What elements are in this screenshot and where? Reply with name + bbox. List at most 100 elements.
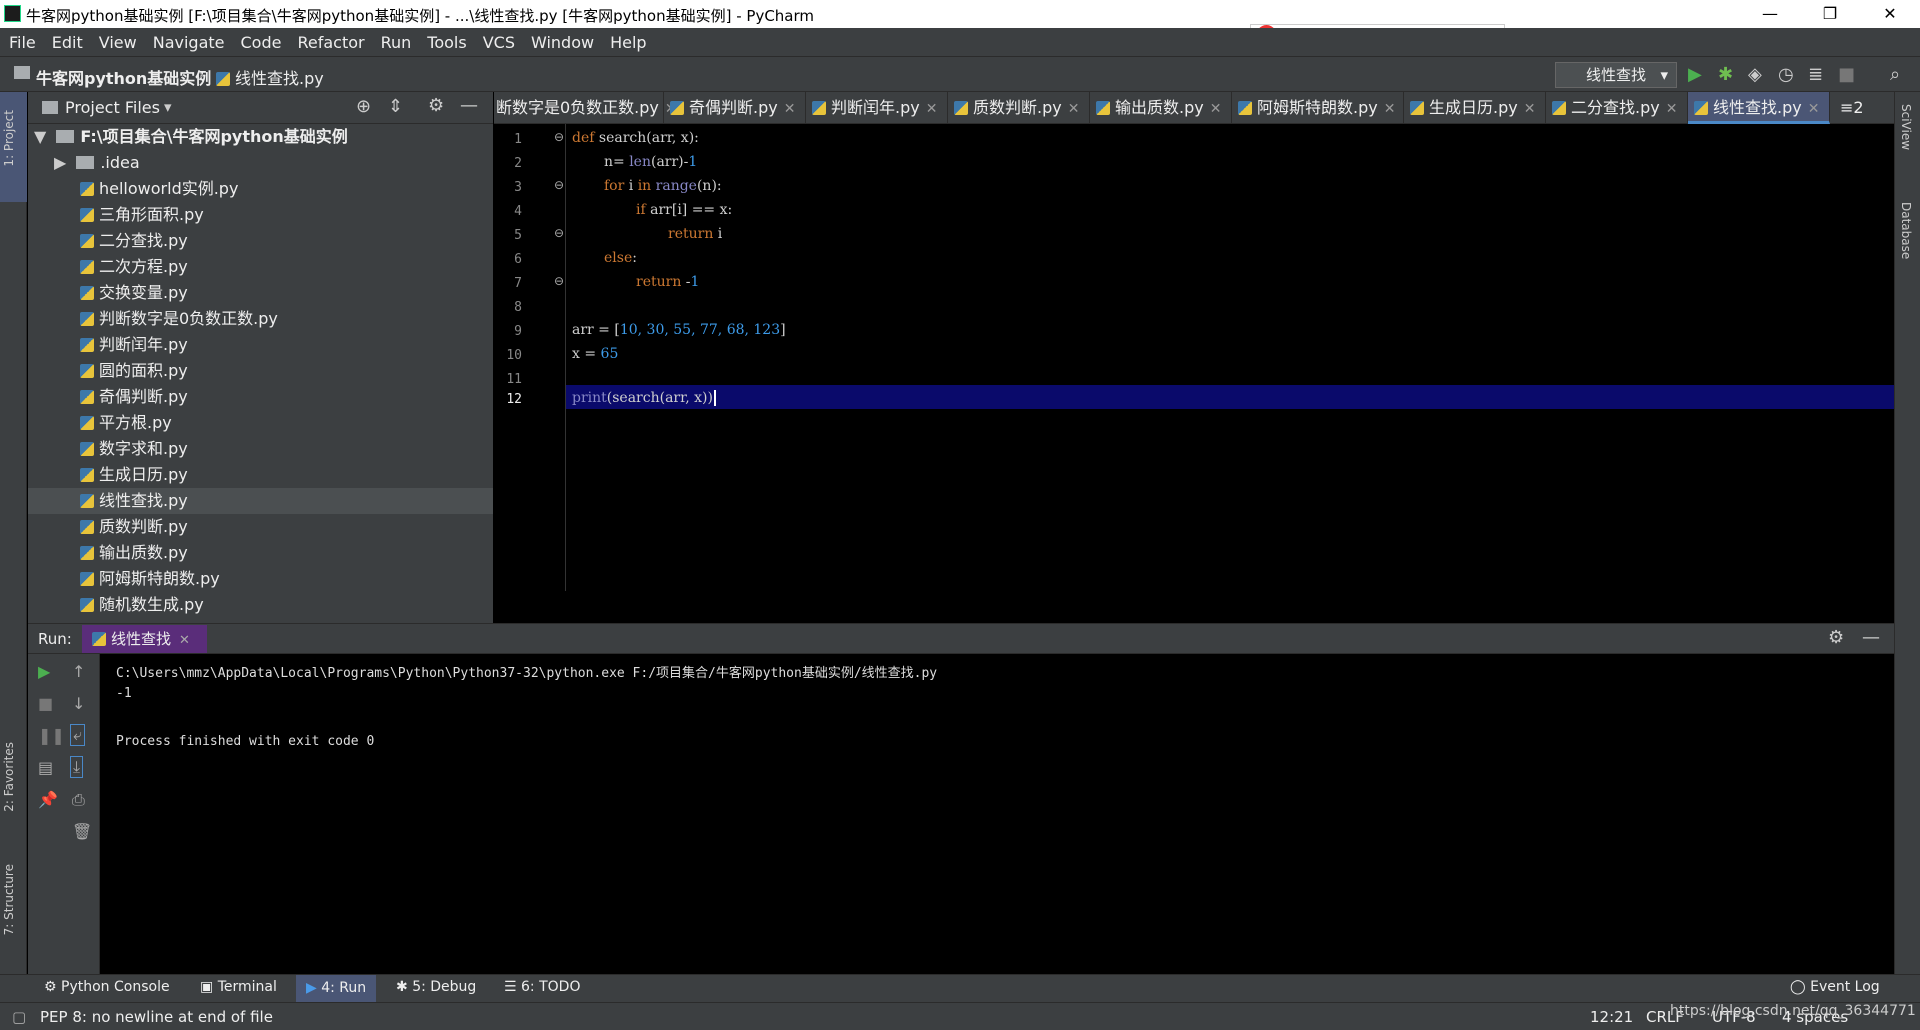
database-tool-tab[interactable]: Database <box>1899 202 1913 259</box>
chevron-down-icon[interactable]: ▾ <box>164 98 172 116</box>
tree-root[interactable]: ▼ F:\项目集合\牛客网python基础实例 <box>28 124 493 150</box>
rerun-icon[interactable]: ▶ <box>38 662 50 681</box>
tree-file[interactable]: 平方根.py <box>28 410 493 436</box>
tree-file[interactable]: 数字求和.py <box>28 436 493 462</box>
todo-tab[interactable]: ☰ 6: TODO <box>504 979 580 995</box>
fold-marker-icon[interactable]: ⊖ <box>554 274 564 288</box>
editor-tab[interactable]: 断数字是0负数正数.py✕ <box>494 92 677 124</box>
close-tab-icon[interactable]: ✕ <box>1808 101 1820 117</box>
tree-file[interactable]: 三角形面积.py <box>28 202 493 228</box>
concurrency-icon[interactable]: ≣ <box>1808 64 1823 85</box>
close-tab-icon[interactable]: ✕ <box>1384 101 1396 117</box>
menu-view[interactable]: View <box>99 33 137 52</box>
code-editor[interactable] <box>494 124 1894 591</box>
close-tab-icon[interactable]: ✕ <box>1524 101 1536 117</box>
breadcrumb-file[interactable]: 线性查找.py <box>216 65 324 89</box>
tree-file[interactable]: 奇偶判断.py <box>28 384 493 410</box>
menu-code[interactable]: Code <box>241 33 282 52</box>
menu-help[interactable]: Help <box>610 33 646 52</box>
editor-tab[interactable]: 二分查找.py ✕ <box>1546 92 1688 124</box>
stop-icon[interactable]: ■ <box>38 694 53 713</box>
close-tab-icon[interactable]: ✕ <box>179 633 190 648</box>
layout-icon[interactable]: ▤ <box>38 758 53 777</box>
run-tab[interactable]: 线性查找 ✕ <box>82 625 207 653</box>
tree-file[interactable]: 输出质数.py <box>28 540 493 566</box>
project-view-select[interactable]: Project Files <box>65 98 160 117</box>
hide-panel-icon[interactable]: — <box>460 95 478 116</box>
tree-file[interactable]: 随机数生成.py <box>28 592 493 618</box>
run-bottom-tab[interactable]: ▶ 4: Run <box>296 975 377 1003</box>
sciview-tool-tab[interactable]: SciView <box>1899 104 1913 150</box>
tree-file[interactable]: 判断数字是0负数正数.py <box>28 306 493 332</box>
fold-marker-icon[interactable]: ⊖ <box>554 226 564 240</box>
hide-panel-icon[interactable]: — <box>1862 627 1880 648</box>
editor-tab[interactable]: 输出质数.py ✕ <box>1090 92 1232 124</box>
tree-file[interactable]: helloworld实例.py <box>28 176 493 202</box>
scroll-to-end-icon[interactable]: ⤓ <box>70 756 84 778</box>
menu-window[interactable]: Window <box>531 33 594 52</box>
locate-icon[interactable]: ⊕ <box>356 96 371 117</box>
project-tool-tab[interactable]: 1: Project <box>2 110 16 167</box>
close-tab-icon[interactable]: ✕ <box>1666 101 1678 117</box>
run-icon[interactable]: ▶ <box>1688 64 1702 85</box>
more-tabs-button[interactable]: ≡2 <box>1834 92 1884 124</box>
collapse-arrow-icon[interactable]: ▶ <box>54 153 66 172</box>
editor-tab-active[interactable]: 线性查找.py ✕ <box>1688 92 1830 124</box>
editor-tab[interactable]: 质数判断.py ✕ <box>948 92 1090 124</box>
profile-icon[interactable]: ◷ <box>1778 64 1794 85</box>
menu-tools[interactable]: Tools <box>427 33 466 52</box>
tree-file[interactable]: 质数判断.py <box>28 514 493 540</box>
fold-marker-icon[interactable]: ⊖ <box>554 130 564 144</box>
python-console-tab[interactable]: ⚙ Python Console <box>44 979 170 995</box>
pin-icon[interactable]: 📌 <box>38 790 58 809</box>
editor-tab[interactable]: 阿姆斯特朗数.py ✕ <box>1232 92 1404 124</box>
gear-icon[interactable]: ⚙ <box>1828 627 1844 648</box>
tree-file[interactable]: 二分查找.py <box>28 228 493 254</box>
favorites-tool-tab[interactable]: 2: Favorites <box>2 742 16 812</box>
structure-tool-tab[interactable]: 7: Structure <box>2 864 16 935</box>
tree-file[interactable]: 生成日历.py <box>28 462 493 488</box>
editor-tab[interactable]: 奇偶判断.py ✕ <box>664 92 806 124</box>
menu-edit[interactable]: Edit <box>52 33 83 52</box>
close-tab-icon[interactable]: ✕ <box>1210 101 1222 117</box>
fold-marker-icon[interactable]: ⊖ <box>554 178 564 192</box>
close-tab-icon[interactable]: ✕ <box>1068 101 1080 117</box>
close-button[interactable]: ✕ <box>1865 0 1915 28</box>
down-arrow-icon[interactable]: ↓ <box>72 694 85 713</box>
tree-file[interactable]: 圆的面积.py <box>28 358 493 384</box>
run-console[interactable]: C:\Users\mmz\AppData\Local\Programs\Pyth… <box>100 654 1894 974</box>
menu-navigate[interactable]: Navigate <box>153 33 225 52</box>
editor-tab[interactable]: 判断闰年.py ✕ <box>806 92 948 124</box>
search-icon[interactable]: ⌕ <box>1890 64 1900 85</box>
soft-wrap-icon[interactable]: ⤶ <box>70 724 85 746</box>
terminal-tab[interactable]: ▣ Terminal <box>200 979 277 995</box>
debug-icon[interactable]: ✱ <box>1718 64 1733 85</box>
stop-icon[interactable]: ■ <box>1838 64 1855 85</box>
cursor-position[interactable]: 12:21 <box>1590 1008 1633 1026</box>
tree-file[interactable]: 二次方程.py <box>28 254 493 280</box>
breadcrumb-project[interactable]: 牛客网python基础实例 <box>36 65 211 89</box>
menu-refactor[interactable]: Refactor <box>297 33 364 52</box>
tree-file[interactable]: 交换变量.py <box>28 280 493 306</box>
toggle-panels-icon[interactable]: ▢ <box>12 1008 26 1026</box>
tree-file[interactable]: 阿姆斯特朗数.py <box>28 566 493 592</box>
menu-vcs[interactable]: VCS <box>483 33 515 52</box>
maximize-button[interactable]: ❐ <box>1805 0 1855 28</box>
close-tab-icon[interactable]: ✕ <box>926 101 938 117</box>
collapse-icon[interactable]: ⇕ <box>388 96 403 117</box>
expand-arrow-icon[interactable]: ▼ <box>34 127 46 146</box>
pause-icon[interactable]: ❚❚ <box>38 726 65 745</box>
trash-icon[interactable]: 🗑 <box>72 822 92 841</box>
run-config-select[interactable]: 线性查找 ▾ <box>1555 62 1677 88</box>
up-arrow-icon[interactable]: ↑ <box>72 662 85 681</box>
tree-file-selected[interactable]: 线性查找.py <box>28 488 493 514</box>
tree-folder-idea[interactable]: ▶ .idea <box>28 150 493 176</box>
debug-tab[interactable]: ✱ 5: Debug <box>396 979 476 995</box>
coverage-icon[interactable]: ◈ <box>1748 64 1762 85</box>
menu-file[interactable]: File <box>9 33 36 52</box>
menu-run[interactable]: Run <box>381 33 412 52</box>
editor-tab[interactable]: 生成日历.py ✕ <box>1404 92 1546 124</box>
gear-icon[interactable]: ⚙ <box>428 95 444 116</box>
tree-file[interactable]: 判断闰年.py <box>28 332 493 358</box>
close-tab-icon[interactable]: ✕ <box>784 101 796 117</box>
